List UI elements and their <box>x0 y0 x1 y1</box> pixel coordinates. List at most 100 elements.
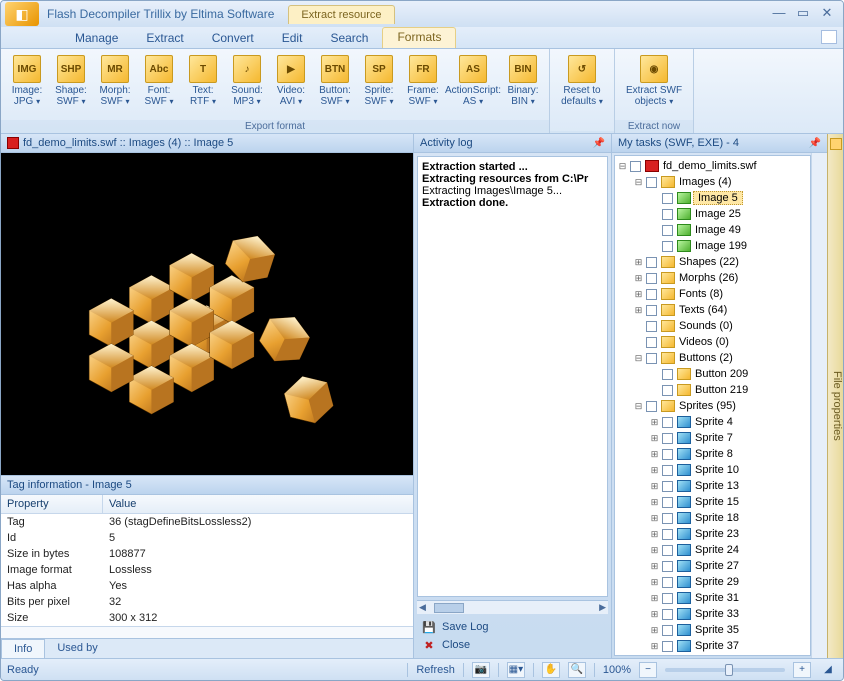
checkbox[interactable] <box>662 497 673 508</box>
checkbox[interactable] <box>662 561 673 572</box>
ribbon-sound-button[interactable]: ♪Sound:MP3 ▾ <box>225 53 269 120</box>
tree-button[interactable]: Button 219 <box>617 382 808 398</box>
zoom-slider[interactable] <box>665 668 785 672</box>
tree-sprite[interactable]: ⊞Sprite 33 <box>617 606 808 622</box>
checkbox[interactable] <box>646 337 657 348</box>
tree-sprite[interactable]: ⊞Sprite 24 <box>617 542 808 558</box>
image-preview[interactable] <box>1 153 413 475</box>
checkbox[interactable] <box>646 257 657 268</box>
taginfo-row[interactable]: Bits per pixel32 <box>1 594 413 610</box>
checkbox[interactable] <box>662 641 673 652</box>
expand-icon[interactable]: ⊞ <box>649 529 660 540</box>
ribbon-font-button[interactable]: AbcFont:SWF ▾ <box>137 53 181 120</box>
tree-sprite[interactable]: ⊞Sprite 4 <box>617 414 808 430</box>
checkbox[interactable] <box>662 433 673 444</box>
ribbon-actionscript-button[interactable]: ASActionScript:AS ▾ <box>445 53 501 120</box>
tab-manage[interactable]: Manage <box>61 31 132 45</box>
app-icon[interactable] <box>5 2 39 26</box>
zoom-in-button[interactable]: + <box>793 662 811 678</box>
tree-vscroll[interactable] <box>811 153 827 658</box>
zoom-tool-icon[interactable]: 🔍 <box>568 662 586 678</box>
tree-button[interactable]: Button 209 <box>617 366 808 382</box>
tab-formats[interactable]: Formats <box>382 27 456 48</box>
checkbox[interactable] <box>662 593 673 604</box>
ribbon-reet to-button[interactable]: ↺Reset todefaults ▾ <box>554 53 610 131</box>
tree-sprite[interactable]: ⊞Sprite 31 <box>617 590 808 606</box>
activity-hscroll[interactable]: ◀ ▶ <box>417 600 608 614</box>
expand-icon[interactable]: ⊟ <box>633 401 644 412</box>
taginfo-row[interactable]: Size in bytes108877 <box>1 546 413 562</box>
checkbox[interactable] <box>662 449 673 460</box>
ribbon-button-button[interactable]: BTNButton:SWF ▾ <box>313 53 357 120</box>
checkbox[interactable] <box>662 625 673 636</box>
hand-tool-icon[interactable]: ✋ <box>542 662 560 678</box>
expand-icon[interactable]: ⊞ <box>649 593 660 604</box>
checkbox[interactable] <box>662 417 673 428</box>
pin-icon[interactable]: 📌 <box>593 138 605 149</box>
checkbox[interactable] <box>662 609 673 620</box>
tree-sprite[interactable]: ⊞Sprite 8 <box>617 446 808 462</box>
tree-images[interactable]: ⊟Images (4) <box>617 174 808 190</box>
checkbox[interactable] <box>662 369 673 380</box>
activity-log[interactable]: Extraction started ...Extracting resourc… <box>417 156 608 597</box>
checkbox[interactable] <box>646 177 657 188</box>
expand-icon[interactable]: ⊞ <box>649 545 660 556</box>
close-button[interactable]: ✕ <box>815 5 839 23</box>
checkbox[interactable] <box>662 241 673 252</box>
checkbox[interactable] <box>662 465 673 476</box>
tree-buttons[interactable]: ⊟Buttons (2) <box>617 350 808 366</box>
expand-icon[interactable]: ⊞ <box>649 625 660 636</box>
taginfo-row[interactable]: Has alphaYes <box>1 578 413 594</box>
zoom-out-button[interactable]: − <box>639 662 657 678</box>
taginfo-col-property[interactable]: Property <box>1 495 103 513</box>
tree-group[interactable]: ⊞Fonts (8) <box>617 286 808 302</box>
checkbox[interactable] <box>630 161 641 172</box>
checkbox[interactable] <box>646 321 657 332</box>
ribbon-text-button[interactable]: TText:RTF ▾ <box>181 53 225 120</box>
ribbon-sprite-button[interactable]: SPSprite:SWF ▾ <box>357 53 401 120</box>
refresh-button[interactable]: Refresh <box>416 664 455 676</box>
taginfo-row[interactable]: Image formatLossless <box>1 562 413 578</box>
checkbox[interactable] <box>662 529 673 540</box>
tree-image[interactable]: Image 199 <box>617 238 808 254</box>
expand-icon[interactable]: ⊞ <box>649 513 660 524</box>
pin-icon[interactable]: 📌 <box>809 138 821 149</box>
expand-icon[interactable]: ⊟ <box>633 353 644 364</box>
checkbox[interactable] <box>646 305 657 316</box>
expand-icon[interactable]: ⊟ <box>633 177 644 188</box>
checkbox[interactable] <box>662 513 673 524</box>
tree-group[interactable]: Sounds (0) <box>617 318 808 334</box>
tree-image[interactable]: Image 5 <box>617 190 808 206</box>
expand-icon[interactable]: ⊞ <box>649 433 660 444</box>
resize-grip-icon[interactable]: ◢ <box>819 662 837 678</box>
expand-icon[interactable]: ⊞ <box>649 497 660 508</box>
checkbox[interactable] <box>662 577 673 588</box>
tree-group[interactable]: ⊞Texts (64) <box>617 302 808 318</box>
expand-icon[interactable]: ⊞ <box>649 561 660 572</box>
tab-edit[interactable]: Edit <box>268 31 317 45</box>
ribbon-binary-button[interactable]: BINBinary:BIN ▾ <box>501 53 545 120</box>
context-tab-extract[interactable]: Extract resource <box>288 5 394 24</box>
checkbox[interactable] <box>662 193 673 204</box>
tree-image[interactable]: Image 25 <box>617 206 808 222</box>
tree-image[interactable]: Image 49 <box>617 222 808 238</box>
checkbox[interactable] <box>662 225 673 236</box>
taginfo-row[interactable]: Size300 x 312 <box>1 610 413 626</box>
close-log-button[interactable]: ✖ Close <box>422 636 603 654</box>
tab-search[interactable]: Search <box>316 31 382 45</box>
ribbon-extract swf-button[interactable]: ◉Extract SWFobjects ▾ <box>619 53 689 120</box>
ribbon-image-button[interactable]: IMGImage:JPG ▾ <box>5 53 49 120</box>
expand-icon[interactable]: ⊟ <box>617 161 628 172</box>
checkbox[interactable] <box>662 545 673 556</box>
tree-sprite[interactable]: ⊞Sprite 23 <box>617 526 808 542</box>
expand-icon[interactable]: ⊞ <box>649 609 660 620</box>
expand-icon[interactable]: ⊞ <box>649 641 660 652</box>
checkbox[interactable] <box>646 273 657 284</box>
tree-sprite[interactable]: ⊞Sprite 7 <box>617 430 808 446</box>
camera-icon[interactable]: 📷 <box>472 662 490 678</box>
ribbon-video-button[interactable]: ▶Video:AVI ▾ <box>269 53 313 120</box>
tab-convert[interactable]: Convert <box>198 31 268 45</box>
tree-group[interactable]: ⊞Morphs (26) <box>617 270 808 286</box>
tree-sprites[interactable]: ⊟Sprites (95) <box>617 398 808 414</box>
expand-icon[interactable]: ⊞ <box>649 465 660 476</box>
